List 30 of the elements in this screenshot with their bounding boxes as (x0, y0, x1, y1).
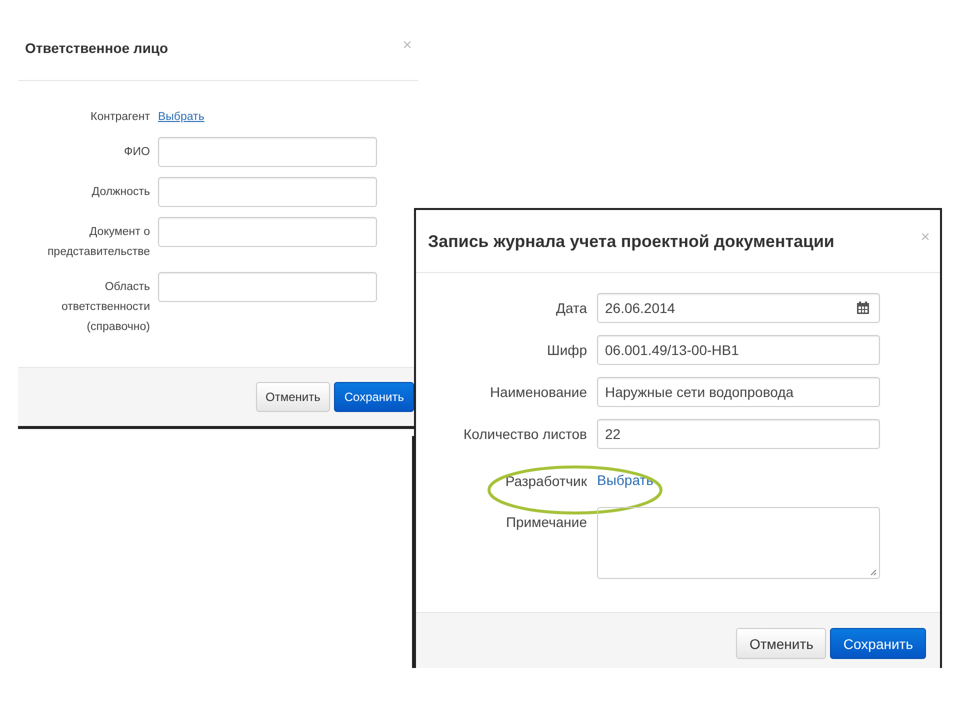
field-label: Наименование (488, 383, 588, 402)
field-label: Дата (554, 299, 588, 318)
text-field[interactable] (158, 272, 377, 302)
cancel-button[interactable]: Отменить (736, 628, 826, 659)
field-label: Контрагент (90, 110, 151, 125)
field-label: Должность (90, 185, 151, 200)
field-label: Количество листов (462, 425, 588, 444)
save-button[interactable]: Сохранить (334, 382, 414, 412)
note-textarea[interactable] (597, 507, 880, 579)
resize-grip-icon[interactable] (869, 568, 877, 576)
select-link[interactable]: Выбрать (597, 471, 654, 489)
calendar-icon[interactable] (856, 301, 870, 315)
select-link[interactable]: Выбрать (158, 107, 204, 127)
field-label: ФИО (123, 145, 151, 160)
text-field[interactable] (158, 137, 377, 167)
text-field[interactable] (158, 177, 377, 207)
text-field[interactable]: 06.001.49/13-00-НВ1 (597, 335, 880, 365)
dialog-title: Ответственное лицо (25, 40, 168, 56)
field-label: Шифр (546, 341, 588, 360)
field-label: Область ответственности (справочно) (60, 280, 151, 335)
cancel-button[interactable]: Отменить (256, 382, 330, 412)
save-button[interactable]: Сохранить (830, 628, 926, 659)
date-field[interactable]: 26.06.2014 (597, 293, 880, 323)
field-label: Примечание (504, 513, 588, 532)
text-field[interactable] (158, 217, 377, 247)
dialog-title: Запись журнала учета проектной документации (428, 232, 834, 252)
text-field[interactable]: Наружные сети водопровода (597, 377, 880, 407)
field-label: Разработчик (504, 472, 588, 491)
text-field[interactable]: 22 (597, 419, 880, 449)
field-label: Документ о представительстве (46, 225, 151, 260)
